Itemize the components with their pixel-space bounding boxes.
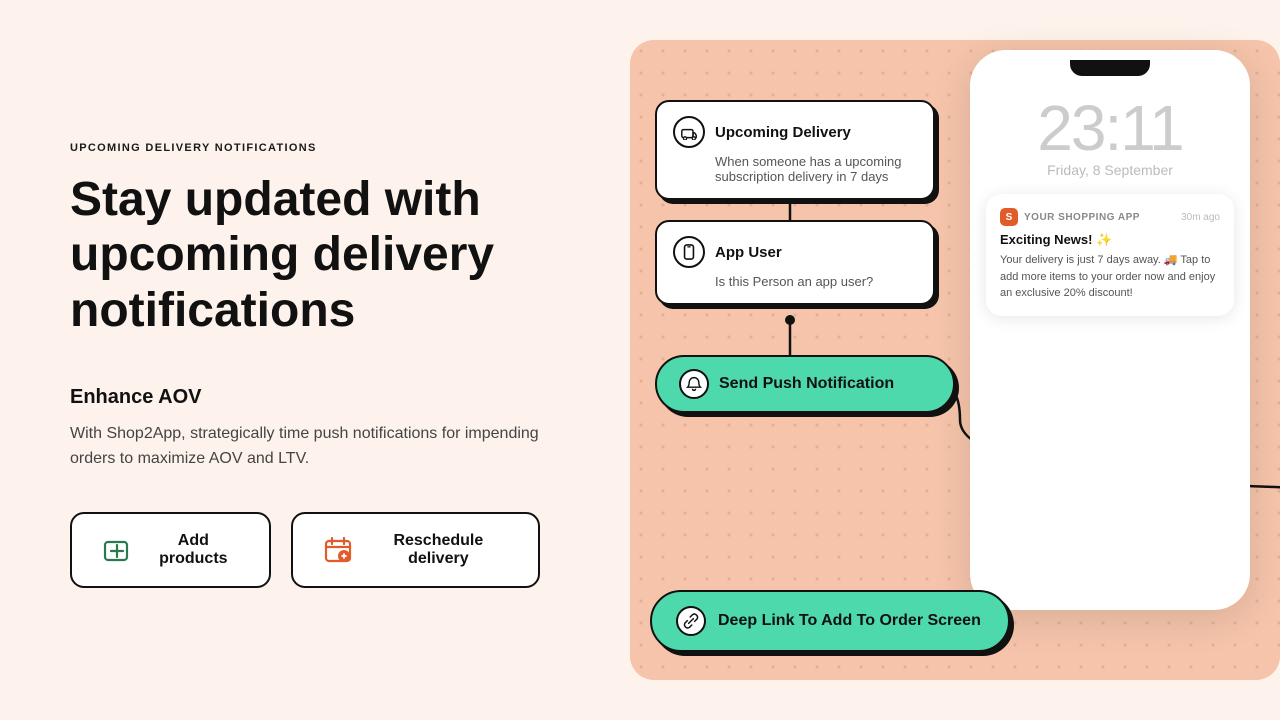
main-heading: Stay updated with upcoming delivery noti…	[70, 172, 540, 338]
section-label: UPCOMING DELIVERY NOTIFICATIONS	[70, 142, 540, 154]
add-products-button[interactable]: Add products	[70, 512, 271, 588]
notif-time-ago: 30m ago	[1181, 212, 1220, 223]
left-panel: UPCOMING DELIVERY NOTIFICATIONS Stay upd…	[0, 0, 600, 720]
send-push-label: Send Push Notification	[719, 375, 894, 393]
flow-card-2-header: App User	[673, 236, 915, 268]
phone-status-bar	[970, 50, 1250, 86]
add-products-label: Add products	[145, 532, 241, 568]
flow-card-app-user: App User Is this Person an app user?	[655, 220, 935, 305]
flow-card-2-title: App User	[715, 244, 782, 261]
action-buttons: Add products Reschedule delivery	[70, 512, 540, 588]
bell-icon	[679, 369, 709, 399]
reschedule-icon	[321, 532, 354, 568]
notif-title: Exciting News! ✨	[1000, 232, 1220, 248]
notif-app-row: S YOUR SHOPPING APP	[1000, 208, 1140, 226]
phone-date: Friday, 8 September	[970, 162, 1250, 178]
add-products-icon	[100, 532, 133, 568]
notif-body: Your delivery is just 7 days away. 🚚 Tap…	[1000, 252, 1220, 302]
notif-app-icon: S	[1000, 208, 1018, 226]
deep-link-label: Deep Link To Add To Order Screen	[718, 612, 981, 630]
link-icon	[676, 606, 706, 636]
flow-card-2-subtitle: Is this Person an app user?	[673, 274, 915, 289]
enhance-text: With Shop2App, strategically time push n…	[70, 421, 540, 472]
phone-icon	[673, 236, 705, 268]
phone-notification-card: S YOUR SHOPPING APP 30m ago Exciting New…	[986, 194, 1234, 316]
notif-header: S YOUR SHOPPING APP 30m ago	[1000, 208, 1220, 226]
reschedule-delivery-button[interactable]: Reschedule delivery	[291, 512, 540, 588]
phone-clock: 23:11	[970, 86, 1250, 162]
flow-card-upcoming-delivery: Upcoming Delivery When someone has a upc…	[655, 100, 935, 200]
flow-card-1-subtitle: When someone has a upcoming subscription…	[673, 154, 915, 184]
flow-card-1-title: Upcoming Delivery	[715, 124, 851, 141]
flow-card-1-header: Upcoming Delivery	[673, 116, 915, 148]
notif-app-name: YOUR SHOPPING APP	[1024, 212, 1140, 223]
deep-link-pill: Deep Link To Add To Order Screen	[650, 590, 1010, 652]
right-panel: 23:11 Friday, 8 September S YOUR SHOPPIN…	[600, 0, 1280, 720]
phone-notch	[1070, 60, 1150, 76]
phone-mockup: 23:11 Friday, 8 September S YOUR SHOPPIN…	[970, 50, 1250, 610]
reschedule-label: Reschedule delivery	[367, 532, 510, 568]
enhance-title: Enhance AOV	[70, 386, 540, 409]
delivery-icon	[673, 116, 705, 148]
send-push-pill: Send Push Notification	[655, 355, 955, 413]
